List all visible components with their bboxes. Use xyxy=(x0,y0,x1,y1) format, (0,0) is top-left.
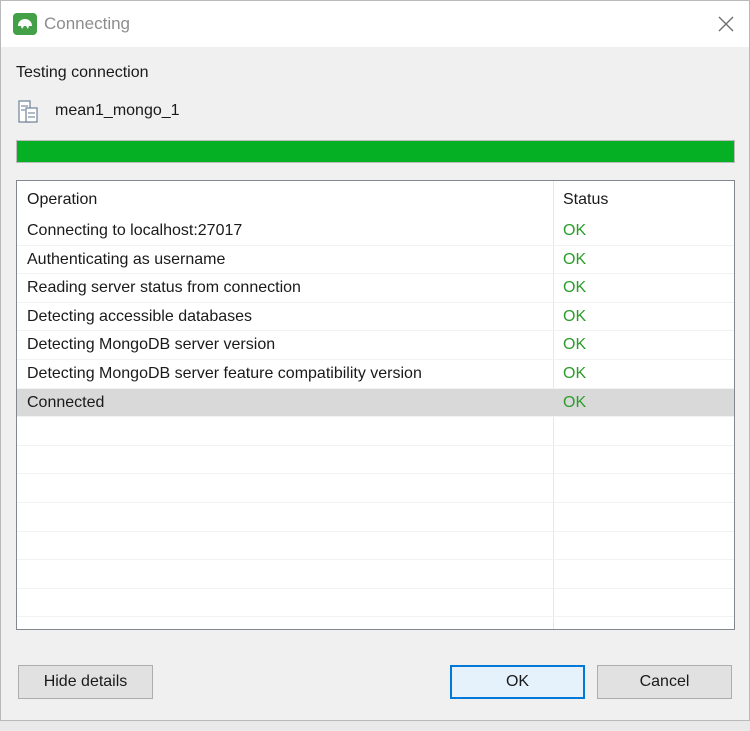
window-title: Connecting xyxy=(44,14,131,33)
status-cell: OK xyxy=(563,393,587,411)
empty-table-row xyxy=(17,532,734,561)
status-cell: OK xyxy=(563,336,587,354)
empty-table-row xyxy=(17,446,734,475)
connection-info: mean1_mongo_1 xyxy=(16,99,416,125)
status-cell: OK xyxy=(563,250,587,268)
status-cell: OK xyxy=(563,307,587,325)
close-icon xyxy=(718,16,734,32)
status-cell: OK xyxy=(563,222,587,239)
operation-cell: Authenticating as username xyxy=(27,250,226,268)
empty-table-row xyxy=(17,474,734,503)
table-row[interactable]: Detecting accessible databases OK xyxy=(17,303,734,332)
operation-cell: Detecting accessible databases xyxy=(27,307,253,325)
operation-cell: Detecting MongoDB server version xyxy=(27,336,276,354)
table-rows: Connecting to localhost:27017 OK Authentic… xyxy=(17,217,734,618)
status-cell: OK xyxy=(563,279,587,297)
table-row[interactable]: Authenticating as username OK xyxy=(17,246,734,275)
hide-details-button[interactable]: Hide details xyxy=(18,665,153,699)
progress-fill xyxy=(17,141,734,162)
header-status: Status xyxy=(563,191,609,208)
operation-cell: Detecting MongoDB server feature compati… xyxy=(27,364,422,382)
table-row[interactable]: Detecting MongoDB server feature compati… xyxy=(17,360,734,389)
status-cell: OK xyxy=(563,364,587,382)
cancel-button[interactable]: Cancel xyxy=(597,665,732,699)
connection-name: mean1_mongo_1 xyxy=(55,102,180,119)
table-row[interactable]: Connected OK xyxy=(17,388,734,418)
app-logo-icon xyxy=(13,13,37,35)
operation-cell: Connecting to localhost:27017 xyxy=(27,222,243,239)
ok-button[interactable]: OK xyxy=(450,665,585,699)
operation-cell: Reading server status from connection xyxy=(27,279,301,297)
title-bar: Connecting xyxy=(1,1,749,47)
empty-table-row xyxy=(17,560,734,589)
table-row[interactable]: Detecting MongoDB server version OK xyxy=(17,331,734,360)
table-row[interactable]: Connecting to localhost:27017 OK xyxy=(17,217,734,246)
header-operation: Operation xyxy=(27,191,98,208)
operation-cell: Connected xyxy=(27,393,105,411)
operations-table[interactable]: Operation Status Connecting to localhost… xyxy=(16,180,735,630)
close-button[interactable] xyxy=(711,9,741,39)
empty-table-row xyxy=(17,503,734,532)
table-header: Operation Status xyxy=(17,181,734,217)
connecting-dialog: Connecting Testing connection mean1_mong… xyxy=(0,0,750,721)
database-icon xyxy=(18,100,38,123)
progress-bar xyxy=(16,140,735,163)
empty-table-row xyxy=(17,589,734,618)
empty-table-row xyxy=(17,417,734,446)
dialog-subtitle: Testing connection xyxy=(16,64,149,81)
table-row[interactable]: Reading server status from connection OK xyxy=(17,274,734,303)
